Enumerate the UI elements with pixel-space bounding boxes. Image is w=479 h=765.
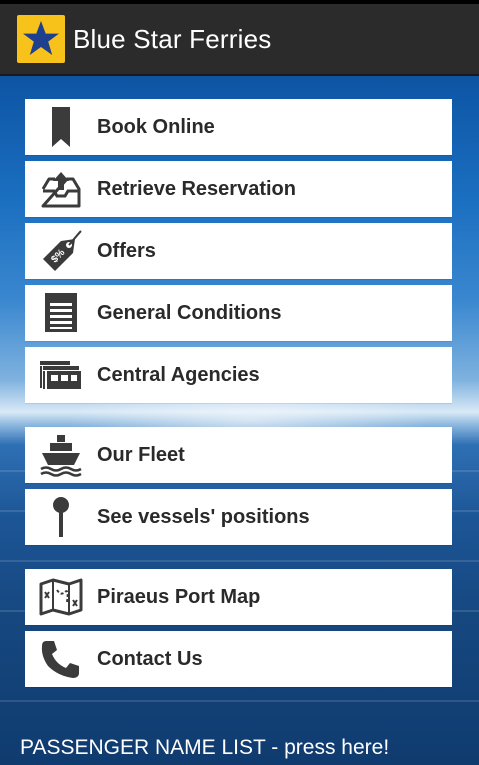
menu-item-label: See vessels' positions	[97, 505, 310, 528]
menu-item-see-vessels-positions[interactable]: See vessels' positions	[25, 489, 452, 545]
menu-item-offers[interactable]: $% Offers	[25, 223, 452, 279]
action-bar: Blue Star Ferries	[0, 4, 479, 76]
menu-item-label: Central Agencies	[97, 363, 260, 386]
phone-handset-icon	[25, 631, 97, 687]
menu-item-label: Book Online	[97, 115, 215, 138]
bookmark-icon	[25, 99, 97, 155]
ship-icon	[25, 427, 97, 483]
folded-map-icon	[25, 569, 97, 625]
menu-item-retrieve-reservation[interactable]: Retrieve Reservation	[25, 161, 452, 217]
price-tag-icon: $%	[25, 223, 97, 279]
document-list-icon	[25, 285, 97, 341]
menu-item-label: Contact Us	[97, 647, 203, 670]
menu-item-label: Our Fleet	[97, 443, 185, 466]
menu-item-our-fleet[interactable]: Our Fleet	[25, 427, 452, 483]
star-logo-icon[interactable]	[17, 15, 65, 63]
menu-item-label: General Conditions	[97, 301, 282, 324]
menu-item-book-online[interactable]: Book Online	[25, 99, 452, 155]
menu-item-label: Piraeus Port Map	[97, 585, 261, 608]
menu-item-label: Retrieve Reservation	[97, 177, 296, 200]
app-title: Blue Star Ferries	[73, 23, 272, 54]
agency-building-icon	[25, 347, 97, 403]
menu-item-contact-us[interactable]: Contact Us	[25, 631, 452, 687]
menu-item-piraeus-port-map[interactable]: Piraeus Port Map	[25, 569, 452, 625]
menu-item-general-conditions[interactable]: General Conditions	[25, 285, 452, 341]
inbox-upload-icon	[25, 161, 97, 217]
passenger-name-list-link[interactable]: PASSENGER NAME LIST - press here!	[20, 736, 389, 760]
map-pin-icon	[25, 489, 97, 545]
menu-item-central-agencies[interactable]: Central Agencies	[25, 347, 452, 403]
menu-item-label: Offers	[97, 239, 156, 262]
